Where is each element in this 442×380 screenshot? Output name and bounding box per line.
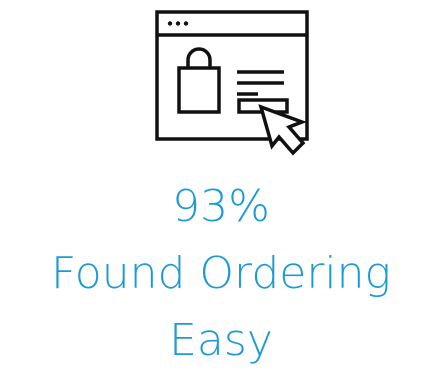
window-dot xyxy=(175,21,181,26)
online-shopping-browser-icon xyxy=(155,10,309,156)
stat-label-line-1: Found Ordering xyxy=(51,248,391,299)
stat-percent: 93% xyxy=(172,181,270,232)
stat-card: 93% Found Ordering Easy xyxy=(0,0,442,380)
window-dot xyxy=(167,21,173,26)
shopping-bag-icon xyxy=(177,47,221,114)
window-dot xyxy=(183,21,189,26)
stat-label-line-2: Easy xyxy=(169,315,273,366)
cursor-arrow-icon xyxy=(258,104,307,156)
